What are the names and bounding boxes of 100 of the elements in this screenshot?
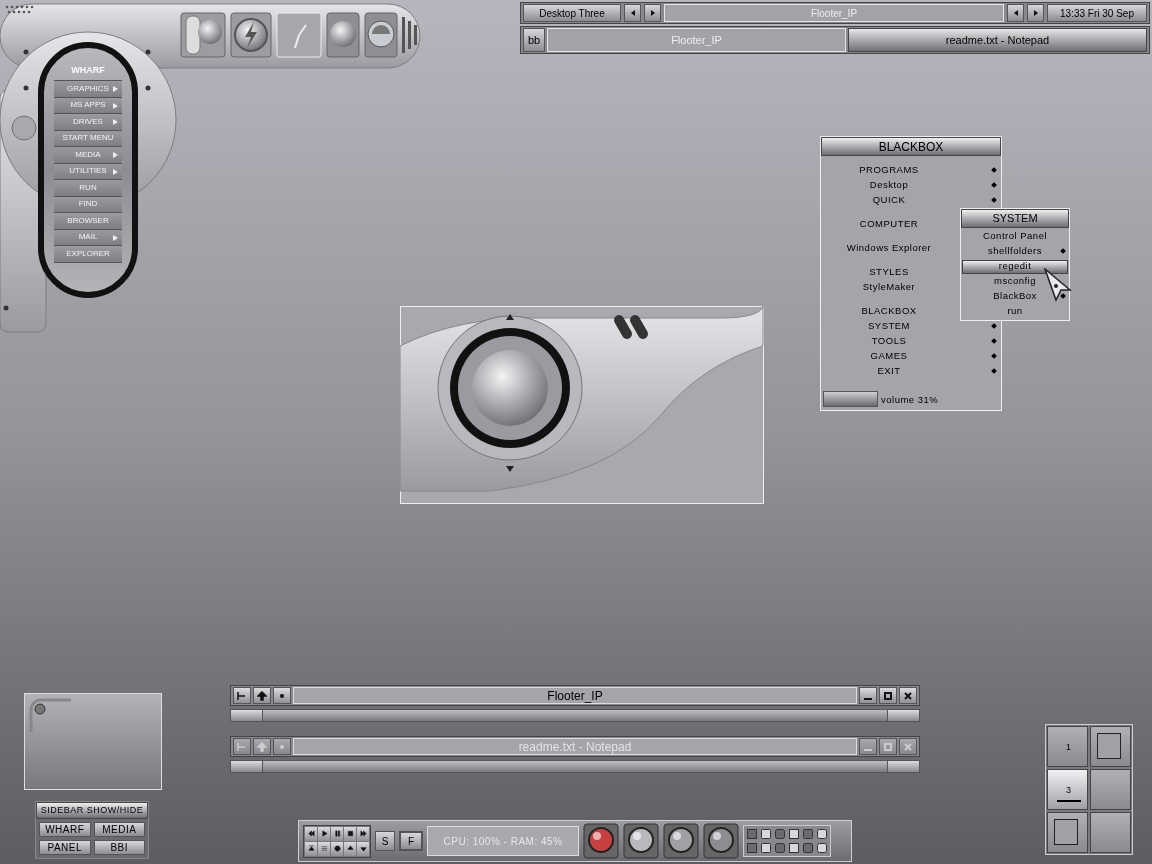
submenu-arrow-icon	[113, 86, 118, 92]
menu-button[interactable]: bb	[523, 28, 545, 52]
lightning-icon[interactable]	[230, 12, 272, 58]
window-handle-bar[interactable]	[230, 760, 920, 773]
previous-button[interactable]	[624, 4, 641, 22]
sidebar-toggle-button[interactable]: BBI	[93, 840, 145, 855]
pin-button[interactable]	[233, 738, 251, 755]
wharf-item-label: GRAPHICS	[67, 84, 109, 93]
menu-item[interactable]: COMPUTER	[859, 217, 919, 232]
maximize-button[interactable]	[879, 687, 897, 704]
pin-button[interactable]	[233, 687, 251, 704]
window-handle-bar[interactable]	[230, 709, 920, 722]
desktop-thumbnail[interactable]	[1047, 812, 1088, 853]
submenu-bullet-icon	[1060, 248, 1066, 254]
submenu-item[interactable]: shellfolders	[987, 244, 1043, 259]
submenu-arrow-icon	[113, 119, 118, 125]
play-button[interactable]	[318, 826, 330, 841]
menu-item[interactable]: BLACKBOX	[861, 304, 917, 319]
rewind-button[interactable]	[305, 826, 317, 841]
menu-item[interactable]: GAMES	[870, 349, 908, 364]
volume-up-button[interactable]	[344, 841, 356, 856]
minimize-button[interactable]	[859, 687, 877, 704]
submenu-title: SYSTEM	[961, 209, 1069, 228]
pause-button[interactable]	[331, 826, 343, 841]
menu-item[interactable]: Desktop	[869, 178, 909, 193]
desktop-thumbnail[interactable]	[1090, 812, 1131, 853]
wharf-item-label: MS APPS	[70, 101, 106, 110]
menu-item[interactable]: StyleMaker	[862, 280, 916, 295]
app-icon[interactable]	[788, 828, 800, 840]
app-icon[interactable]	[760, 842, 772, 854]
previous-button[interactable]	[1007, 4, 1024, 22]
menu-item[interactable]: STYLES	[869, 265, 909, 280]
stop-button[interactable]	[344, 826, 356, 841]
desktop-thumbnail[interactable]: 3	[1047, 769, 1088, 810]
menu-item[interactable]: QUICK	[872, 193, 906, 208]
volume-up-icon	[346, 845, 354, 852]
window-thumbnail	[1054, 819, 1078, 845]
submenu-item[interactable]: run	[1007, 304, 1023, 319]
sidebar-toggle-button[interactable]: PANEL	[39, 840, 91, 855]
next-button[interactable]	[1027, 4, 1044, 22]
submenu-item[interactable]: BlackBox	[993, 289, 1037, 304]
menu-item[interactable]: EXIT	[877, 364, 901, 379]
eject-button[interactable]	[305, 841, 317, 856]
resize-grip[interactable]	[887, 710, 919, 721]
toggle-button[interactable]: F	[399, 831, 423, 851]
right-arrow-icon	[650, 10, 655, 16]
submenu-item[interactable]: regedit	[962, 259, 1068, 274]
phone-globe-icon[interactable]	[180, 12, 226, 58]
minimize-icon	[864, 697, 872, 700]
app-icon[interactable]	[746, 842, 758, 854]
task-button[interactable]: readme.txt - Notepad	[848, 28, 1147, 52]
app-icon[interactable]	[802, 828, 814, 840]
desktop-thumbnail[interactable]: 1	[1047, 726, 1088, 767]
submenu-bullet-icon	[991, 182, 997, 188]
submenu-item[interactable]: Control Panel	[982, 229, 1048, 244]
up-arrow-icon	[257, 690, 267, 701]
dot-button[interactable]	[273, 687, 291, 704]
app-icon[interactable]	[583, 823, 619, 859]
playlist-button[interactable]	[318, 841, 330, 856]
app-icon[interactable]	[788, 842, 800, 854]
fast-forward-button[interactable]	[357, 826, 369, 841]
left-arrow-icon	[1013, 10, 1018, 16]
menu-item[interactable]: PROGRAMS	[859, 163, 919, 178]
menu-item[interactable]: SYSTEM	[867, 319, 911, 334]
app-icon[interactable]	[816, 828, 828, 840]
stop-icon	[346, 830, 354, 837]
app-icon[interactable]	[816, 842, 828, 854]
resize-grip[interactable]	[887, 761, 919, 772]
minimize-icon	[864, 748, 872, 751]
close-button[interactable]	[899, 687, 917, 704]
menu-item[interactable]: Windows Explorer	[846, 241, 932, 256]
volume-down-button[interactable]	[357, 841, 369, 856]
wharf-item-label: MAIL	[78, 233, 98, 242]
left-arrow-icon	[630, 10, 635, 16]
resize-grip[interactable]	[231, 710, 263, 721]
app-icon[interactable]	[802, 842, 814, 854]
volume-down-icon	[359, 845, 367, 852]
resize-grip[interactable]	[231, 761, 263, 772]
menu-item[interactable]: TOOLS	[871, 334, 907, 349]
desktop-thumbnail[interactable]	[1090, 726, 1131, 767]
up-arrow-button[interactable]	[253, 687, 271, 704]
dot-button[interactable]	[273, 738, 291, 755]
app-icon[interactable]	[774, 842, 786, 854]
submenu-arrow-icon	[113, 168, 118, 175]
maximize-icon	[884, 742, 892, 751]
app-icon[interactable]	[760, 828, 772, 840]
round-button-icon[interactable]	[703, 823, 739, 859]
wharf-item-label: FIND	[78, 200, 98, 209]
toggle-button[interactable]: S	[375, 831, 395, 851]
next-button[interactable]	[644, 4, 661, 22]
sidebar-toggle-button[interactable]: MEDIA	[93, 822, 145, 837]
sidebar-toggle-button[interactable]: WHARF	[39, 822, 91, 837]
fast-forward-icon	[359, 830, 367, 837]
grip-lines-icon	[402, 15, 417, 55]
submenu-item[interactable]: msconfig	[994, 274, 1036, 289]
app-icon[interactable]	[774, 828, 786, 840]
workspace-name: Desktop Three	[523, 4, 621, 22]
desktop-thumbnail[interactable]	[1090, 769, 1131, 810]
app-icon[interactable]	[746, 828, 758, 840]
disc-button[interactable]	[331, 841, 343, 856]
